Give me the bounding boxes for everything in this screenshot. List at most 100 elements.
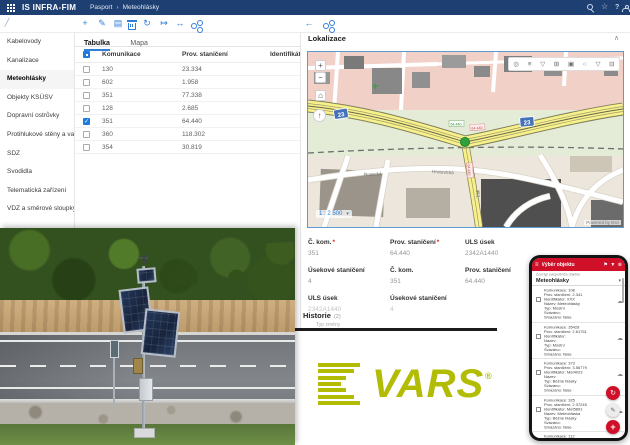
swap-button[interactable]: ↔: [174, 18, 186, 28]
sidebar-item-telematicka-zarizeni[interactable]: Telematická zařízení: [0, 182, 74, 201]
item-checkbox[interactable]: [536, 334, 541, 339]
row-checkbox[interactable]: [83, 144, 90, 151]
table-row[interactable]: 35430.819: [75, 141, 300, 154]
row-checkbox[interactable]: [83, 79, 90, 86]
phone-list-item[interactable]: Komunikace: 35428Prov. staničení: 2.6175…: [532, 323, 625, 360]
sidebar-item-protihlukove-steny-a-valy[interactable]: Protihlukové stěny a valy: [0, 126, 74, 145]
item-checkbox[interactable]: [536, 370, 541, 375]
photo-solar-panel: [141, 308, 181, 357]
sidebar-item-vdz-a-smerove-sloupky[interactable]: VDZ a směrové sloupky: [0, 200, 74, 219]
cell-komunikace: 360: [102, 131, 182, 138]
breadcrumb-current[interactable]: Meteohlásky: [123, 4, 160, 11]
row-checkbox[interactable]: [83, 131, 90, 138]
legend-icon[interactable]: ≡: [528, 61, 532, 68]
field-label: Č. kom.: [390, 267, 413, 274]
back-button[interactable]: ←: [303, 18, 315, 28]
selected-feature-marker[interactable]: [461, 138, 470, 147]
draw-icon[interactable]: ○: [583, 61, 587, 68]
item-attribute: Svázáno:: [544, 347, 614, 352]
star-icon[interactable]: ☆: [601, 2, 608, 11]
item-attribute: Typ: Běžné hlásky: [544, 416, 614, 421]
share-icon[interactable]: [323, 23, 329, 29]
map-canvas[interactable]: + 23 23 64.440 64.440 64.440 Rosycká: [308, 52, 623, 227]
field-usekove-staniceni-2: Úsekové staničení 4: [390, 295, 468, 313]
item-attribute: Identifikátor:: [544, 334, 614, 339]
layers-icon[interactable]: ▣: [568, 60, 574, 68]
collapse-icon[interactable]: ∧: [614, 34, 619, 42]
print-icon[interactable]: ⊟: [609, 60, 614, 68]
field-label: Prov. staničení: [390, 239, 436, 246]
tab-mapa[interactable]: Mapa: [130, 36, 148, 49]
sidebar-item-dopravni-ostruvky[interactable]: Dopravní ostrůvky: [0, 107, 74, 126]
km-label-green: 64.440: [449, 121, 464, 127]
cloud-icon[interactable]: ☁: [614, 335, 623, 358]
item-attribute: Smazáno: false: [544, 352, 614, 357]
table-row[interactable]: 13023.334: [75, 63, 300, 76]
map-widget[interactable]: + 23 23 64.440 64.440 64.440 Rosycká: [307, 51, 624, 228]
table-row[interactable]: 360118.302: [75, 128, 300, 141]
row-checkbox[interactable]: [83, 105, 90, 112]
sidebar-item-sdz[interactable]: SDZ: [0, 145, 74, 164]
share-icon[interactable]: [191, 23, 197, 29]
zoom-out-button[interactable]: −: [315, 72, 326, 83]
item-checkbox[interactable]: [536, 407, 541, 412]
table-row[interactable]: ✓35164.440: [75, 115, 300, 128]
cell-komunikace: 130: [102, 66, 182, 73]
pin-icon[interactable]: [587, 4, 593, 10]
sidebar-item-kabelovody[interactable]: Kabelovody: [0, 33, 74, 52]
row-checkbox[interactable]: [83, 92, 90, 99]
filter-icon[interactable]: ▼: [610, 262, 615, 268]
pen-icon[interactable]: ╱: [1, 18, 13, 27]
phone-app-bar: ≡ Výběr objektu ⚑ ▼ ⊗: [532, 258, 625, 271]
item-attribute: Název: Meteohláska: [544, 411, 614, 416]
column-header-identifikator[interactable]: Identifikátor: [270, 51, 300, 58]
photo-sign: [110, 340, 119, 358]
refresh-button[interactable]: ↻: [141, 18, 153, 29]
filter-icon[interactable]: ▽: [540, 60, 545, 68]
field-c-kom: Č. kom.* 351: [308, 239, 386, 257]
zoom-in-button[interactable]: +: [315, 60, 326, 71]
panel-divider: [300, 15, 301, 330]
help-icon[interactable]: ?: [615, 4, 619, 11]
column-header-komunikace[interactable]: Komunikace: [102, 51, 182, 58]
map-scale-selector[interactable]: 1 : 2 500▾: [316, 210, 352, 218]
breadcrumb: Pasport›Meteohlásky: [90, 4, 159, 11]
follow-button[interactable]: ↦: [158, 18, 170, 29]
table-row[interactable]: 35177.338: [75, 89, 300, 102]
user-icon[interactable]: [622, 8, 630, 12]
edit-button[interactable]: ✎: [96, 18, 108, 29]
sidebar-item-meteohlasky[interactable]: Meteohlásky: [0, 70, 74, 89]
row-checkbox[interactable]: ✓: [83, 118, 90, 125]
table-row[interactable]: 6021.958: [75, 76, 300, 89]
row-checkbox[interactable]: [83, 66, 90, 73]
sidebar-item-kanalizace[interactable]: Kanalizace: [0, 52, 74, 71]
hamburger-menu-icon[interactable]: ≡: [535, 262, 539, 268]
phone-list-item[interactable]: Komunikace: 108Prov. staničení: 2.341Ide…: [532, 286, 625, 323]
compass-icon[interactable]: ↑: [313, 109, 326, 122]
sidebar-item-objekty-ksusv[interactable]: Objekty KSÚSV: [0, 89, 74, 108]
home-button[interactable]: ⌂: [315, 90, 326, 101]
photo-concrete-base: [134, 428, 155, 438]
measure-icon[interactable]: ⊞: [554, 60, 559, 68]
object-type-select[interactable]: Zvol typ pasportního objektu Meteohlásky…: [532, 271, 625, 286]
sync-fab-button[interactable]: ↻: [606, 386, 620, 400]
app-grid-icon[interactable]: [7, 4, 9, 6]
edit-fab-button[interactable]: ✎: [606, 403, 620, 417]
add-button[interactable]: +: [79, 18, 91, 28]
flag-icon[interactable]: ⚑: [603, 262, 607, 268]
table-row[interactable]: 1282.685: [75, 102, 300, 115]
bulk-edit-button[interactable]: ▤: [112, 18, 124, 29]
sidebar-item-svodidla[interactable]: Svodidla: [0, 163, 74, 182]
delete-button[interactable]: [128, 23, 136, 30]
item-checkbox[interactable]: [536, 297, 541, 302]
select-all-checkbox[interactable]: [83, 51, 90, 58]
scrollbar[interactable]: [622, 278, 624, 303]
close-icon[interactable]: ⊗: [618, 262, 622, 268]
tab-tabulka[interactable]: Tabulka: [84, 36, 110, 51]
select-icon[interactable]: ▽: [595, 60, 600, 68]
add-fab-button[interactable]: +: [606, 420, 620, 434]
breadcrumb-root[interactable]: Pasport: [90, 4, 112, 11]
basemap-icon[interactable]: ◎: [513, 60, 519, 68]
app-title: IS INFRA-FIM: [22, 3, 76, 12]
column-header-prov-staniceni[interactable]: Prov. staničení: [182, 51, 270, 58]
